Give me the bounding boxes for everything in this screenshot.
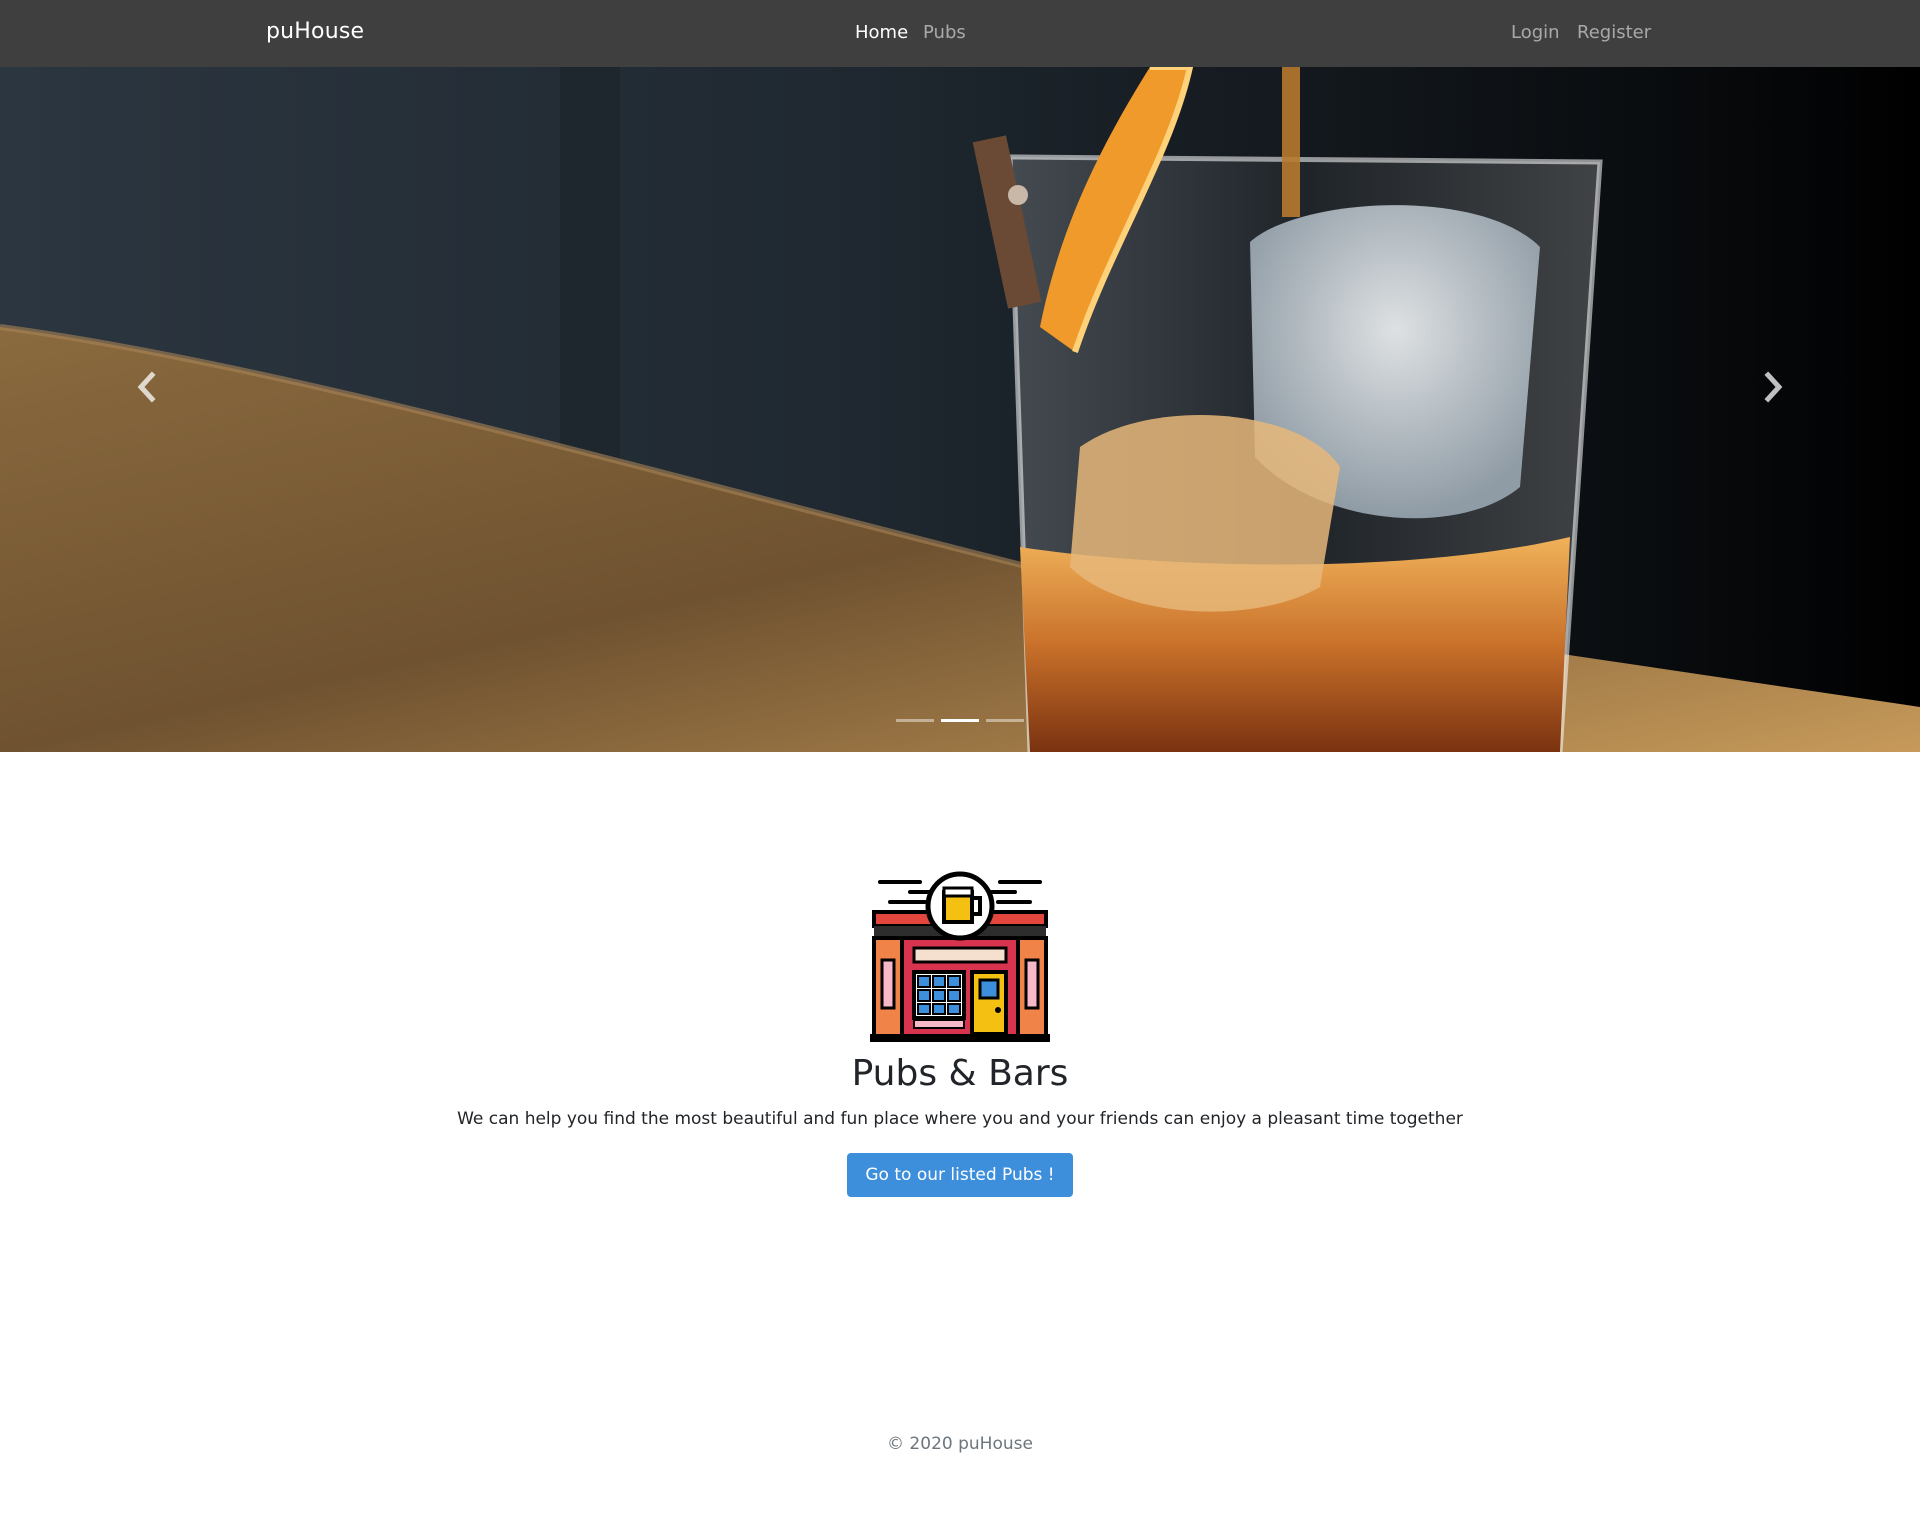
chevron-left-icon <box>137 371 156 403</box>
feature-title: Pubs & Bars <box>851 1053 1069 1094</box>
copyright-text: © 2020 puHouse <box>887 1434 1033 1454</box>
navbar: puHouse Home Pubs Login Register <box>0 0 1920 67</box>
carousel-indicators <box>0 719 1920 722</box>
register-link[interactable]: Register <box>1577 22 1651 43</box>
feature-section: Pubs & Bars We can help you find the mos… <box>0 870 1920 1198</box>
carousel-prev-button[interactable] <box>115 357 175 417</box>
footer: © 2020 puHouse <box>0 1434 1920 1454</box>
hero-carousel <box>0 67 1920 752</box>
pub-building-icon <box>870 871 1050 1042</box>
login-link[interactable]: Login <box>1511 22 1560 43</box>
chevron-right-icon <box>1764 371 1783 403</box>
brand-logo[interactable]: puHouse <box>266 19 364 44</box>
carousel-indicator-3[interactable] <box>986 719 1024 722</box>
carousel-indicator-2[interactable] <box>941 719 979 722</box>
hero-image <box>0 67 1920 752</box>
carousel-indicator-1[interactable] <box>896 719 934 722</box>
nav-home-link[interactable]: Home <box>855 22 908 43</box>
nav-pubs-link[interactable]: Pubs <box>923 22 966 43</box>
feature-description: We can help you find the most beautiful … <box>457 1109 1463 1130</box>
go-to-pubs-button[interactable]: Go to our listed Pubs ! <box>847 1153 1073 1198</box>
carousel-next-button[interactable] <box>1745 357 1805 417</box>
